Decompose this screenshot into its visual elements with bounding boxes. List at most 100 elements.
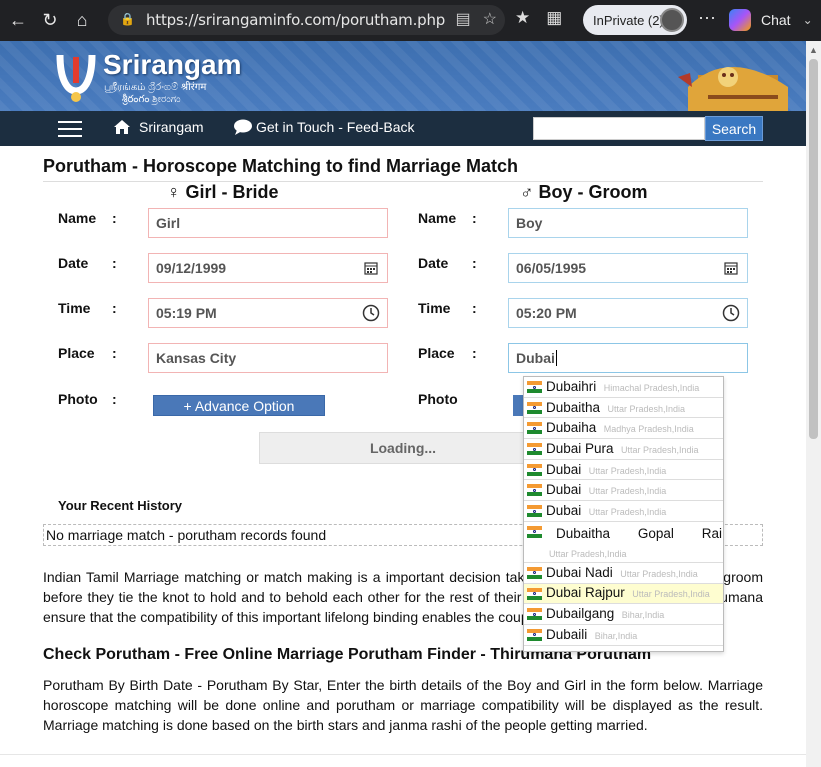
- girl-date-label: Date: [58, 255, 89, 271]
- flag-india-icon: [527, 443, 542, 456]
- colon: :: [112, 255, 117, 271]
- autocomplete-item[interactable]: Dubai Nadi Uttar Pradesh,India: [524, 563, 723, 584]
- site-search-input[interactable]: [533, 117, 705, 140]
- boy-photo-label: Photo: [418, 391, 458, 407]
- boy-date-input[interactable]: 06/05/1995: [508, 253, 748, 283]
- divider: [43, 181, 763, 182]
- autocomplete-place-region: Himachal Pradesh,India: [603, 382, 700, 393]
- autocomplete-item[interactable]: Dubai Uttar Pradesh,India: [524, 480, 723, 502]
- autocomplete-place-region: Uttar Pradesh,India: [588, 506, 667, 517]
- home-icon[interactable]: ⌂: [68, 7, 96, 35]
- flag-india-icon: [527, 505, 542, 518]
- autocomplete-place-region: Bihar,India: [594, 630, 638, 641]
- boy-time-label: Time: [418, 300, 451, 316]
- autocomplete-place-region: Bihar,India: [621, 610, 665, 621]
- boy-time-value: 05:20 PM: [516, 305, 577, 321]
- more-icon[interactable]: ⋯: [698, 8, 716, 29]
- clock-icon[interactable]: [362, 304, 380, 322]
- colon: :: [472, 345, 477, 361]
- autocomplete-place-name: Dubai: [546, 502, 582, 518]
- url-text[interactable]: https://srirangaminfo.com/porutham.php: [146, 11, 445, 29]
- nav-feedback-link[interactable]: Get in Touch - Feed-Back: [233, 119, 414, 135]
- girl-date-input[interactable]: 09/12/1999: [148, 253, 388, 283]
- reader-icon[interactable]: ▤: [456, 9, 471, 29]
- girl-place-input[interactable]: Kansas City: [148, 343, 388, 373]
- lock-icon[interactable]: 🔒: [120, 12, 136, 28]
- place-autocomplete-list[interactable]: Dubaihri Himachal Pradesh,India Dubaitha …: [523, 376, 724, 652]
- flag-india-icon: [527, 401, 542, 414]
- autocomplete-item[interactable]: Dubaitha Uttar Pradesh,India: [524, 398, 723, 419]
- page-title: Porutham - Horoscope Matching to find Ma…: [43, 156, 519, 176]
- autocomplete-place-name: Dubaili: [546, 626, 588, 642]
- refresh-icon[interactable]: ↻: [36, 7, 64, 35]
- back-arrow-icon[interactable]: ←: [4, 7, 32, 35]
- nav-home-link[interactable]: Srirangam: [113, 119, 204, 135]
- autocomplete-item[interactable]: Dubaiha Madhya Pradesh,India: [524, 418, 723, 440]
- avatar: [660, 8, 684, 32]
- colon: :: [472, 210, 477, 226]
- flag-india-icon: [527, 587, 542, 600]
- autocomplete-item[interactable]: Dubaili Bihar,India: [524, 625, 723, 646]
- autocomplete-place-region: Uttar Pradesh,India: [620, 568, 698, 579]
- chat-label: Chat: [761, 12, 791, 28]
- inprivate-button[interactable]: InPrivate (2): [583, 5, 687, 35]
- autocomplete-place-name: Dubai Pura: [546, 440, 614, 456]
- girl-time-input[interactable]: 05:19 PM: [148, 298, 388, 328]
- autocomplete-place-name: Dubai: [546, 482, 582, 498]
- calendar-icon[interactable]: [364, 261, 378, 275]
- colon: :: [112, 391, 117, 407]
- home-nav-icon: [114, 120, 130, 134]
- temple-tower-image: [678, 67, 788, 111]
- colon: :: [112, 345, 117, 361]
- girl-advance-option-button[interactable]: + Advance Option: [153, 395, 325, 416]
- inprivate-label: InPrivate (2): [593, 12, 664, 28]
- loading-button[interactable]: Loading...: [259, 432, 547, 464]
- nav-feedback-label: Get in Touch - Feed-Back: [256, 119, 415, 135]
- autocomplete-item[interactable]: Dubai Pura Uttar Pradesh,India: [524, 439, 723, 460]
- autocomplete-item[interactable]: Dubai Uttar Pradesh,India: [524, 460, 723, 481]
- colon: :: [112, 210, 117, 226]
- autocomplete-place-name: Dubai: [546, 461, 582, 477]
- chat-button[interactable]: Chat ⌄: [729, 6, 813, 34]
- site-search-button[interactable]: Search: [705, 116, 763, 141]
- girl-time-label: Time: [58, 300, 91, 316]
- boy-name-input[interactable]: Boy: [508, 208, 748, 238]
- girl-name-input[interactable]: Girl: [148, 208, 388, 238]
- address-bar[interactable]: 🔒 https://srirangaminfo.com/porutham.php…: [108, 5, 505, 35]
- scroll-up-icon[interactable]: ▲: [809, 45, 818, 55]
- autocomplete-place-name: Dubaitha Gopal Rai: [556, 525, 722, 541]
- extensions-icon[interactable]: ▦: [546, 8, 562, 28]
- boy-place-input[interactable]: Dubai: [508, 343, 748, 373]
- page-scrollbar[interactable]: ▲: [806, 41, 821, 767]
- flag-india-icon: [527, 628, 542, 641]
- scrollbar-thumb[interactable]: [809, 59, 818, 439]
- clock-icon[interactable]: [722, 304, 740, 322]
- autocomplete-place-name: Dubailgang: [546, 606, 615, 622]
- divider: [0, 754, 806, 755]
- brand-title: Srirangam: [103, 49, 242, 80]
- brand-subtitle-2: శ్రీరంగం ಶ್ರೀರಂಗಂ: [122, 94, 181, 105]
- site-navbar: Srirangam Get in Touch - Feed-Back Searc…: [0, 111, 806, 146]
- calendar-icon[interactable]: [724, 261, 738, 275]
- autocomplete-item[interactable]: Dubai Rajpur Uttar Pradesh,India: [524, 583, 723, 605]
- autocomplete-item[interactable]: Dubailgang Bihar,India: [524, 604, 723, 625]
- boy-time-input[interactable]: 05:20 PM: [508, 298, 748, 328]
- girl-name-value: Girl: [156, 215, 181, 231]
- history-title: Your Recent History: [58, 498, 183, 513]
- autocomplete-place-name: Dubaihri: [546, 378, 597, 394]
- favorites-icon[interactable]: ★: [515, 8, 530, 28]
- autocomplete-place-region: Uttar Pradesh,India: [632, 589, 710, 600]
- autocomplete-item[interactable]: Dubaitha Gopal Rai Uttar Pradesh,India: [524, 522, 723, 563]
- star-icon[interactable]: ☆: [483, 9, 497, 29]
- site-header: Srirangam ஸ்ரீரங்கம் ශ්‍රීරංගම් श्रीरंगम…: [0, 41, 806, 111]
- flag-india-icon: [527, 463, 542, 476]
- colon: :: [472, 255, 477, 271]
- boy-place-label: Place: [418, 345, 455, 361]
- autocomplete-item[interactable]: Dubai Uttar Pradesh,India: [524, 501, 723, 522]
- flag-india-icon: [527, 484, 542, 497]
- male-symbol-icon: ♂: [520, 182, 534, 202]
- hamburger-icon[interactable]: [58, 121, 82, 137]
- female-symbol-icon: ♀: [167, 182, 181, 202]
- autocomplete-item[interactable]: Dubaihri Himachal Pradesh,India: [524, 377, 723, 398]
- autocomplete-place-region: Uttar Pradesh,India: [588, 486, 667, 497]
